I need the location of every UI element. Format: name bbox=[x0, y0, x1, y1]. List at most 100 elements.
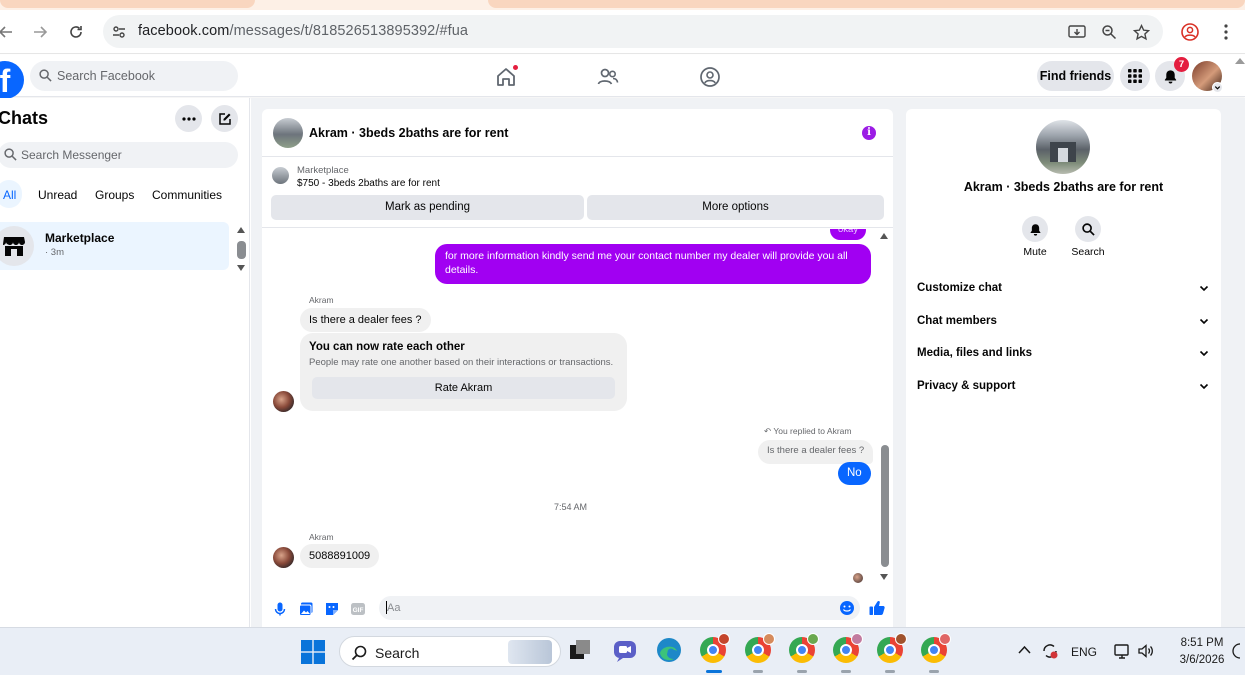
input-language-indicator[interactable]: ENG bbox=[1071, 645, 1097, 659]
more-options-button[interactable]: More options bbox=[587, 195, 884, 220]
clock-time[interactable]: 8:51 PM bbox=[1179, 637, 1225, 649]
forward-icon[interactable] bbox=[30, 22, 50, 42]
chat-list-item[interactable]: Marketplace · 3m bbox=[0, 222, 229, 270]
chevron-down-icon bbox=[1199, 318, 1209, 325]
search-conversation-button[interactable] bbox=[1075, 216, 1101, 242]
photo-icon[interactable] bbox=[298, 601, 314, 617]
filter-communities[interactable]: Communities bbox=[152, 188, 222, 202]
messenger-search-input[interactable]: Search Messenger bbox=[0, 142, 238, 168]
privacy-support-section[interactable]: Privacy & support bbox=[917, 370, 1210, 402]
section-label: Media, files and links bbox=[917, 347, 1033, 359]
facebook-search-input[interactable]: Search Facebook bbox=[30, 61, 238, 91]
listing-title[interactable]: $750 - 3beds 2baths are for rent bbox=[297, 178, 440, 189]
filter-groups[interactable]: Groups bbox=[95, 188, 134, 202]
clock-date[interactable]: 3/6/2026 bbox=[1173, 654, 1231, 666]
chevron-down-icon bbox=[1199, 285, 1209, 292]
info-panel-name: Akram · 3beds 2baths are for rent bbox=[963, 180, 1164, 194]
microphone-icon[interactable] bbox=[272, 601, 288, 617]
facebook-logo-icon[interactable]: f bbox=[0, 61, 24, 99]
chrome-window-icon[interactable] bbox=[700, 633, 730, 665]
sender-avatar[interactable] bbox=[273, 547, 294, 568]
zoom-icon[interactable] bbox=[1099, 22, 1119, 42]
account-chevron-icon[interactable] bbox=[1212, 82, 1223, 93]
rate-akram-button[interactable]: Rate Akram bbox=[312, 377, 615, 399]
page-scroll-up-arrow[interactable] bbox=[1235, 58, 1245, 64]
conversation-info-icon[interactable]: i bbox=[862, 126, 876, 140]
info-panel-avatar[interactable] bbox=[1036, 120, 1090, 174]
chrome-window-icon[interactable] bbox=[921, 633, 951, 665]
chrome-window-icon[interactable] bbox=[833, 633, 863, 665]
chrome-menu-icon[interactable] bbox=[1216, 22, 1236, 42]
find-friends-button[interactable]: Find friends bbox=[1037, 61, 1114, 91]
sync-warning-icon[interactable] bbox=[1041, 642, 1059, 660]
network-icon[interactable] bbox=[1113, 642, 1131, 660]
windows-start-icon[interactable] bbox=[301, 640, 325, 664]
sender-avatar[interactable] bbox=[273, 391, 294, 412]
conversation-avatar[interactable] bbox=[273, 118, 303, 148]
filter-all[interactable]: All bbox=[3, 188, 16, 202]
chats-scroll-down-arrow[interactable] bbox=[237, 265, 245, 271]
bookmark-star-icon[interactable] bbox=[1131, 22, 1151, 42]
chrome-window-icon[interactable] bbox=[789, 633, 819, 665]
browser-tab[interactable] bbox=[488, 0, 1245, 8]
taskbar-search-box[interactable]: Search bbox=[339, 636, 561, 667]
chats-options-button[interactable] bbox=[175, 105, 202, 132]
chat-app-icon[interactable] bbox=[612, 637, 640, 665]
chrome-window-icon[interactable] bbox=[745, 633, 775, 665]
bell-icon bbox=[1164, 69, 1176, 84]
filter-unread[interactable]: Unread bbox=[38, 188, 77, 202]
new-message-button[interactable] bbox=[211, 105, 238, 132]
facebook-top-nav: f Search Facebook Find friends 7 bbox=[0, 55, 1245, 99]
message-outgoing[interactable]: for more information kindly send me your… bbox=[435, 244, 871, 284]
home-icon[interactable] bbox=[494, 65, 518, 89]
message-incoming[interactable]: Is there a dealer fees ? bbox=[300, 308, 431, 332]
gif-icon[interactable]: GIF bbox=[350, 601, 366, 617]
chrome-window-icon[interactable] bbox=[877, 633, 907, 665]
search-icon bbox=[1081, 222, 1095, 236]
message-timestamp: 7:54 AM bbox=[553, 502, 588, 512]
home-notification-dot bbox=[513, 65, 518, 70]
mark-as-pending-button[interactable]: Mark as pending bbox=[271, 195, 584, 220]
emoji-icon[interactable] bbox=[839, 600, 855, 616]
reload-icon[interactable] bbox=[66, 22, 86, 42]
customize-chat-section[interactable]: Customize chat bbox=[917, 272, 1210, 304]
message-incoming[interactable]: 5088891009 bbox=[300, 544, 380, 568]
groups-icon[interactable] bbox=[698, 65, 722, 89]
profile-avatar[interactable] bbox=[1192, 61, 1223, 93]
browser-tab[interactable] bbox=[0, 0, 255, 8]
chrome-profile-icon[interactable] bbox=[1180, 22, 1200, 42]
task-view-icon[interactable] bbox=[567, 637, 595, 665]
address-bar[interactable]: facebook.com/messages/t/818526513895392/… bbox=[103, 15, 1163, 48]
media-files-links-section[interactable]: Media, files and links bbox=[917, 337, 1210, 369]
menu-grid-button[interactable] bbox=[1120, 61, 1150, 91]
notification-count-badge: 7 bbox=[1174, 57, 1189, 72]
conversation-info-panel: Akram · 3beds 2baths are for rent Mute S… bbox=[906, 109, 1221, 627]
message-input[interactable]: Aa bbox=[379, 596, 860, 620]
show-hidden-icons-chevron-icon[interactable] bbox=[1018, 645, 1031, 654]
message-outgoing[interactable]: No bbox=[838, 462, 871, 485]
message-list: okay for more information kindly send me… bbox=[262, 229, 893, 589]
thumbs-up-icon[interactable] bbox=[868, 599, 885, 615]
sender-name: Akram bbox=[309, 295, 334, 305]
friends-icon[interactable] bbox=[596, 65, 620, 89]
messages-scroll-down-arrow[interactable] bbox=[880, 574, 888, 580]
listing-thumbnail[interactable] bbox=[272, 167, 289, 184]
messages-scroll-up-arrow[interactable] bbox=[880, 233, 888, 239]
marketplace-label: Marketplace bbox=[297, 165, 349, 176]
volume-icon[interactable] bbox=[1137, 642, 1155, 660]
chat-members-section[interactable]: Chat members bbox=[917, 305, 1210, 337]
messages-scrollbar-thumb[interactable] bbox=[881, 445, 889, 567]
sticker-icon[interactable] bbox=[324, 601, 340, 617]
focus-moon-icon[interactable] bbox=[1229, 642, 1243, 660]
install-app-icon[interactable] bbox=[1067, 22, 1087, 42]
mute-button[interactable] bbox=[1022, 216, 1048, 242]
site-settings-icon[interactable] bbox=[109, 22, 129, 42]
back-icon[interactable] bbox=[0, 22, 16, 42]
quoted-message[interactable]: Is there a dealer fees ? bbox=[758, 440, 874, 464]
conversation-title[interactable]: Akram · 3beds 2baths are for rent bbox=[309, 126, 508, 140]
chats-scroll-up-arrow[interactable] bbox=[237, 227, 245, 233]
chats-scrollbar-thumb[interactable] bbox=[237, 241, 246, 259]
edge-browser-icon[interactable] bbox=[656, 637, 684, 665]
section-label: Privacy & support bbox=[917, 380, 1016, 392]
chat-name: Marketplace bbox=[45, 231, 115, 245]
